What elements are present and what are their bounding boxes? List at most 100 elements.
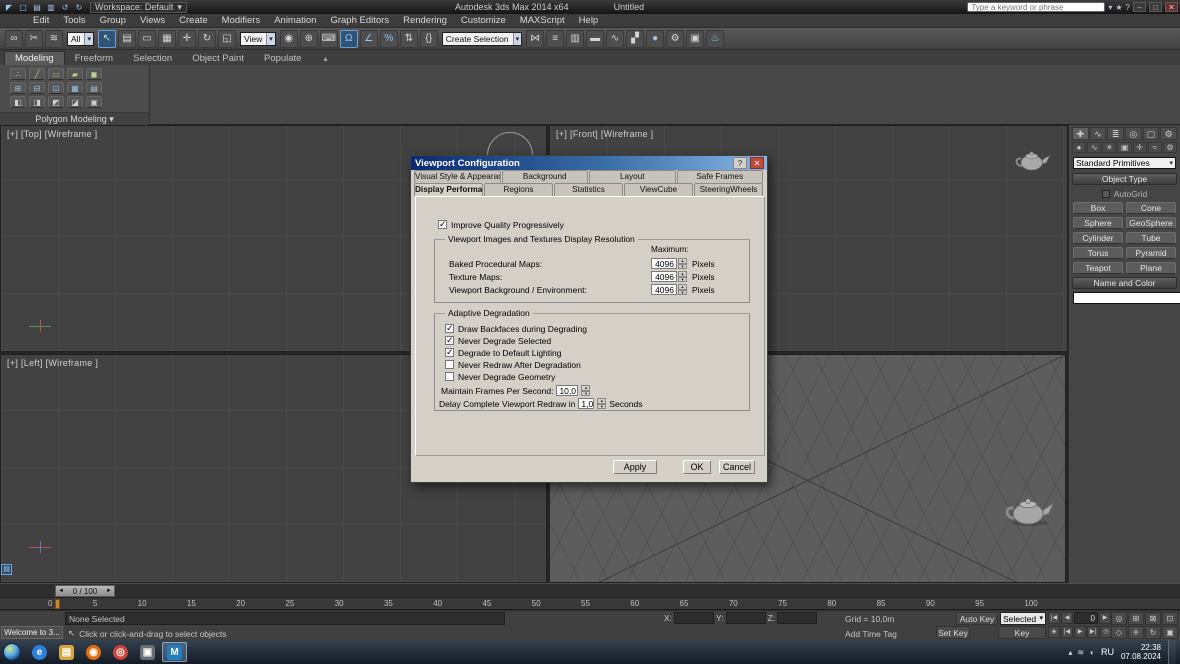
motion-tab-icon[interactable]: ◎ <box>1125 127 1142 140</box>
favorites-icon[interactable]: ★ <box>1115 3 1122 12</box>
timeline-ruler[interactable]: 0510152025303540455055606570758085909510… <box>0 597 1180 610</box>
constraints-icon[interactable]: ▦ <box>67 82 83 94</box>
dialog-tab-layout[interactable]: Layout <box>589 170 676 183</box>
resolution-value-field[interactable]: 4096 <box>651 284 677 295</box>
vertex-mode-icon[interactable]: ∴ <box>10 68 26 80</box>
time-slider-next-icon[interactable]: ► <box>106 588 112 594</box>
dialog-tab-regions[interactable]: Regions <box>484 183 553 196</box>
polygon-mode-icon[interactable]: ▰ <box>67 68 83 80</box>
cap-icon[interactable]: ◪ <box>67 96 83 108</box>
helpers-category-icon[interactable]: ✛ <box>1133 142 1147 153</box>
snap-toggle-3d-icon[interactable]: Ω <box>340 30 358 48</box>
select-and-manipulate-icon[interactable]: ⊕ <box>300 30 318 48</box>
tweak-icon[interactable]: ⊡ <box>48 82 64 94</box>
taskbar-3dsmax-icon[interactable]: M <box>162 642 187 662</box>
chevron-down-icon[interactable]: ▾ <box>84 33 93 45</box>
time-slider-prev-icon[interactable]: ◄ <box>58 588 64 594</box>
selected-dropdown[interactable]: Selected ▾ <box>1000 612 1046 625</box>
chevron-down-icon[interactable]: ▾ <box>266 33 275 45</box>
select-and-move-icon[interactable]: ✛ <box>178 30 196 48</box>
checkbox-never-degrade-geometry[interactable] <box>445 372 454 381</box>
primitives-dropdown[interactable]: Standard Primitives ▾ <box>1073 157 1176 169</box>
attach-icon[interactable]: ◨ <box>29 96 45 108</box>
render-production-icon[interactable]: ♨ <box>706 30 724 48</box>
dialog-titlebar[interactable]: Viewport Configuration ? ✕ <box>411 156 767 170</box>
align-icon[interactable]: ≡ <box>546 30 564 48</box>
create-tab-icon[interactable]: ✚ <box>1072 127 1089 140</box>
app-menu-icon[interactable]: ◤ <box>3 2 15 13</box>
display-tab-icon[interactable]: ▢ <box>1143 127 1160 140</box>
taskbar-firefox-icon[interactable]: ◉ <box>81 642 106 662</box>
chevron-down-icon[interactable]: ▾ <box>513 33 522 45</box>
open-file-icon[interactable]: ▤ <box>31 2 43 13</box>
dialog-tab-steeringwheels[interactable]: SteeringWheels <box>694 183 763 196</box>
track-bar[interactable]: ◄ 0 / 100 ► <box>0 583 1180 597</box>
object-button-sphere[interactable]: Sphere <box>1073 217 1123 229</box>
lights-category-icon[interactable]: ☀ <box>1102 142 1116 153</box>
rectangular-selection-region-icon[interactable]: ▭ <box>138 30 156 48</box>
ruler-tick-60[interactable]: 60 <box>630 599 639 608</box>
taskbar-ie-icon[interactable]: e <box>27 642 52 662</box>
zoom-all-icon[interactable]: ⊞ <box>1128 612 1144 625</box>
add-time-tag[interactable]: Add Time Tag <box>845 629 897 639</box>
key-mode-toggle-button[interactable]: ◈ <box>1048 626 1060 638</box>
pan-hand-icon[interactable]: ✛ <box>1128 626 1144 639</box>
apply-button[interactable]: Apply <box>613 460 657 474</box>
ruler-tick-5[interactable]: 5 <box>93 599 97 608</box>
object-button-torus[interactable]: Torus <box>1073 247 1123 259</box>
tray-volume-icon[interactable]: ◖ <box>1089 648 1094 657</box>
language-indicator[interactable]: RU <box>1101 647 1114 657</box>
edge-mode-icon[interactable]: ╱ <box>29 68 45 80</box>
ruler-tick-100[interactable]: 100 <box>1024 599 1037 608</box>
menu-create[interactable]: Create <box>172 15 215 26</box>
object-button-box[interactable]: Box <box>1073 202 1123 214</box>
cancel-button[interactable]: Cancel <box>719 460 755 474</box>
dialog-close-button[interactable]: ✕ <box>750 157 764 169</box>
object-button-plane[interactable]: Plane <box>1126 262 1176 274</box>
ruler-tick-35[interactable]: 35 <box>384 599 393 608</box>
menu-views[interactable]: Views <box>133 15 172 26</box>
ok-button[interactable]: OK <box>683 460 711 474</box>
ribbon-tab-freeform[interactable]: Freeform <box>65 52 124 65</box>
z-coordinate-field[interactable] <box>777 612 817 624</box>
ribbon-tab-selection[interactable]: Selection <box>123 52 182 65</box>
taskbar-app-icon[interactable]: ▣ <box>135 642 160 662</box>
spin-down-icon[interactable]: ▾ <box>581 391 590 397</box>
key-filters-button[interactable]: Key Filters... <box>998 626 1046 639</box>
quickslice-icon[interactable]: ▣ <box>86 96 102 108</box>
dialog-tab-statistics[interactable]: Statistics <box>554 183 623 196</box>
next-key-button[interactable]: ▶| <box>1087 626 1099 638</box>
checkbox-degrade-to-default-lighting[interactable] <box>445 348 454 357</box>
set-key-button[interactable]: Set Key <box>936 626 970 639</box>
menu-graph-editors[interactable]: Graph Editors <box>323 15 396 26</box>
ruler-tick-30[interactable]: 30 <box>335 599 344 608</box>
start-button[interactable] <box>3 643 21 661</box>
ribbon-tab-modeling[interactable]: Modeling <box>4 51 65 65</box>
next-frame-button[interactable]: ▶ <box>1099 612 1111 624</box>
close-button[interactable]: ✕ <box>1165 2 1178 12</box>
angle-snap-icon[interactable]: ∠ <box>360 30 378 48</box>
bind-to-space-warp-icon[interactable]: ≋ <box>45 30 63 48</box>
ruler-tick-40[interactable]: 40 <box>433 599 442 608</box>
material-editor-icon[interactable]: ● <box>646 30 664 48</box>
y-coordinate-field[interactable] <box>726 612 766 624</box>
edit-poly-mode-icon[interactable]: ⊞ <box>10 82 26 94</box>
zoom-extents-all-icon[interactable]: ⊡ <box>1162 612 1178 625</box>
resolution-value-field[interactable]: 4096 <box>651 271 677 282</box>
dialog-tab-display-performance[interactable]: Display Performance <box>414 183 483 196</box>
cameras-category-icon[interactable]: ▣ <box>1117 142 1131 153</box>
detach-icon[interactable]: ◩ <box>48 96 64 108</box>
object-button-tube[interactable]: Tube <box>1126 232 1176 244</box>
maximize-button[interactable]: □ <box>1149 2 1162 12</box>
fps-field[interactable]: 10,0 <box>556 385 578 396</box>
ruler-tick-55[interactable]: 55 <box>581 599 590 608</box>
menu-customize[interactable]: Customize <box>454 15 513 26</box>
object-name-input[interactable] <box>1073 292 1180 304</box>
reference-coordinate-dropdown[interactable]: View▾ <box>240 32 276 46</box>
ruler-tick-45[interactable]: 45 <box>482 599 491 608</box>
menu-group[interactable]: Group <box>93 15 133 26</box>
orbit-icon[interactable]: ↻ <box>1145 626 1161 639</box>
dialog-tab-safe-frames[interactable]: Safe Frames <box>677 170 764 183</box>
dialog-tab-viewcube[interactable]: ViewCube <box>624 183 693 196</box>
ruler-tick-20[interactable]: 20 <box>236 599 245 608</box>
